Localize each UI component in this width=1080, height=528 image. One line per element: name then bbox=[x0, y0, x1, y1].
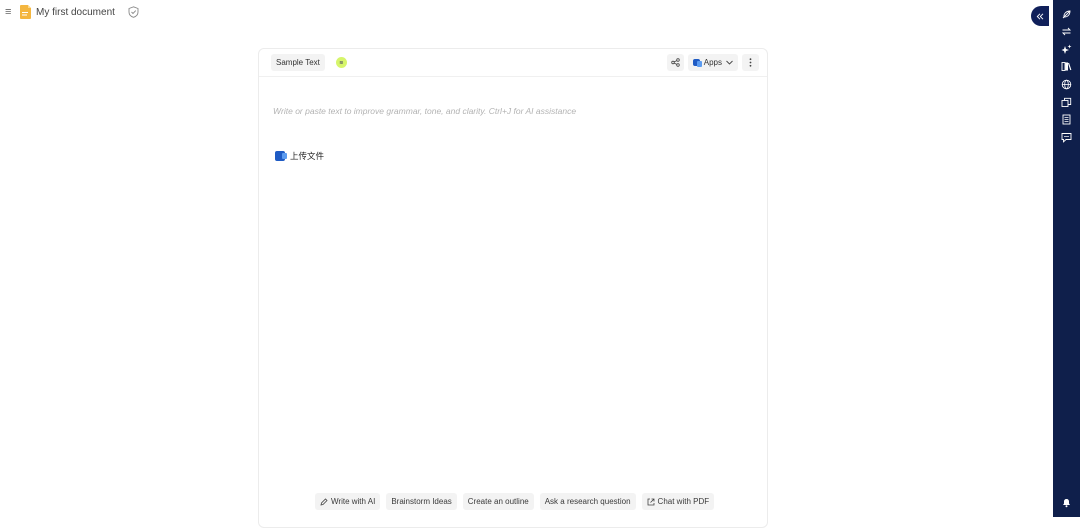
research-question-button[interactable]: Ask a research question bbox=[539, 493, 636, 510]
chat-icon[interactable] bbox=[1061, 132, 1072, 143]
more-options-button[interactable] bbox=[742, 54, 759, 71]
menu-icon[interactable]: ≡ bbox=[5, 6, 17, 18]
bell-icon[interactable] bbox=[1061, 497, 1072, 508]
feather-icon[interactable] bbox=[1061, 9, 1072, 20]
status-badge[interactable]: ≋ bbox=[335, 57, 347, 68]
upload-file-button[interactable]: 上传文件 bbox=[275, 150, 324, 162]
pen-sparkle-icon bbox=[320, 497, 328, 506]
swap-icon[interactable] bbox=[1061, 26, 1072, 37]
brainstorm-ideas-button[interactable]: Brainstorm Ideas bbox=[386, 493, 457, 510]
copy-icon[interactable] bbox=[1061, 97, 1072, 108]
chat-with-pdf-label: Chat with PDF bbox=[657, 497, 710, 506]
more-vertical-icon bbox=[749, 58, 752, 67]
chevron-down-icon bbox=[726, 60, 733, 65]
share-button[interactable] bbox=[666, 54, 684, 71]
sparkles-icon[interactable] bbox=[1061, 44, 1072, 55]
double-chevron-left-icon bbox=[1036, 12, 1044, 20]
sample-text-button[interactable]: Sample Text bbox=[271, 54, 325, 71]
apps-label: Apps bbox=[703, 58, 722, 67]
book-icon[interactable] bbox=[1061, 114, 1072, 125]
external-link-icon bbox=[647, 498, 654, 505]
top-bar: ≡ My first document bbox=[0, 0, 300, 24]
toolbar-right: Apps bbox=[666, 54, 759, 71]
write-with-ai-button[interactable]: Write with AI bbox=[315, 493, 381, 510]
brainstorm-ideas-label: Brainstorm Ideas bbox=[391, 497, 452, 506]
upload-file-label: 上传文件 bbox=[290, 151, 325, 161]
editor-input-placeholder[interactable]: Write or paste text to improve grammar, … bbox=[273, 106, 576, 116]
create-outline-label: Create an outline bbox=[467, 497, 529, 506]
ai-actions-bar: Write with AI Brainstorm Ideas Create an… bbox=[315, 493, 715, 510]
globe-icon[interactable] bbox=[1061, 79, 1072, 90]
word-document-icon bbox=[275, 151, 287, 161]
chat-with-pdf-button[interactable]: Chat with PDF bbox=[641, 493, 715, 510]
share-icon bbox=[671, 58, 680, 67]
create-outline-button[interactable]: Create an outline bbox=[462, 493, 534, 510]
collapse-sidebar-button[interactable] bbox=[1031, 6, 1049, 26]
library-icon[interactable] bbox=[1061, 61, 1072, 72]
document-icon bbox=[20, 5, 31, 19]
editor-card: Sample Text ≋ Apps Write or paste text t… bbox=[258, 48, 768, 528]
editor-toolbar: Sample Text ≋ Apps bbox=[259, 49, 767, 77]
shield-check-icon[interactable] bbox=[128, 6, 139, 18]
apps-dropdown[interactable]: Apps bbox=[687, 54, 738, 71]
write-with-ai-label: Write with AI bbox=[331, 497, 376, 506]
research-question-label: Ask a research question bbox=[544, 497, 631, 506]
word-icon bbox=[692, 59, 702, 67]
right-sidebar-rail bbox=[1053, 0, 1080, 517]
document-title[interactable]: My first document bbox=[36, 7, 115, 18]
